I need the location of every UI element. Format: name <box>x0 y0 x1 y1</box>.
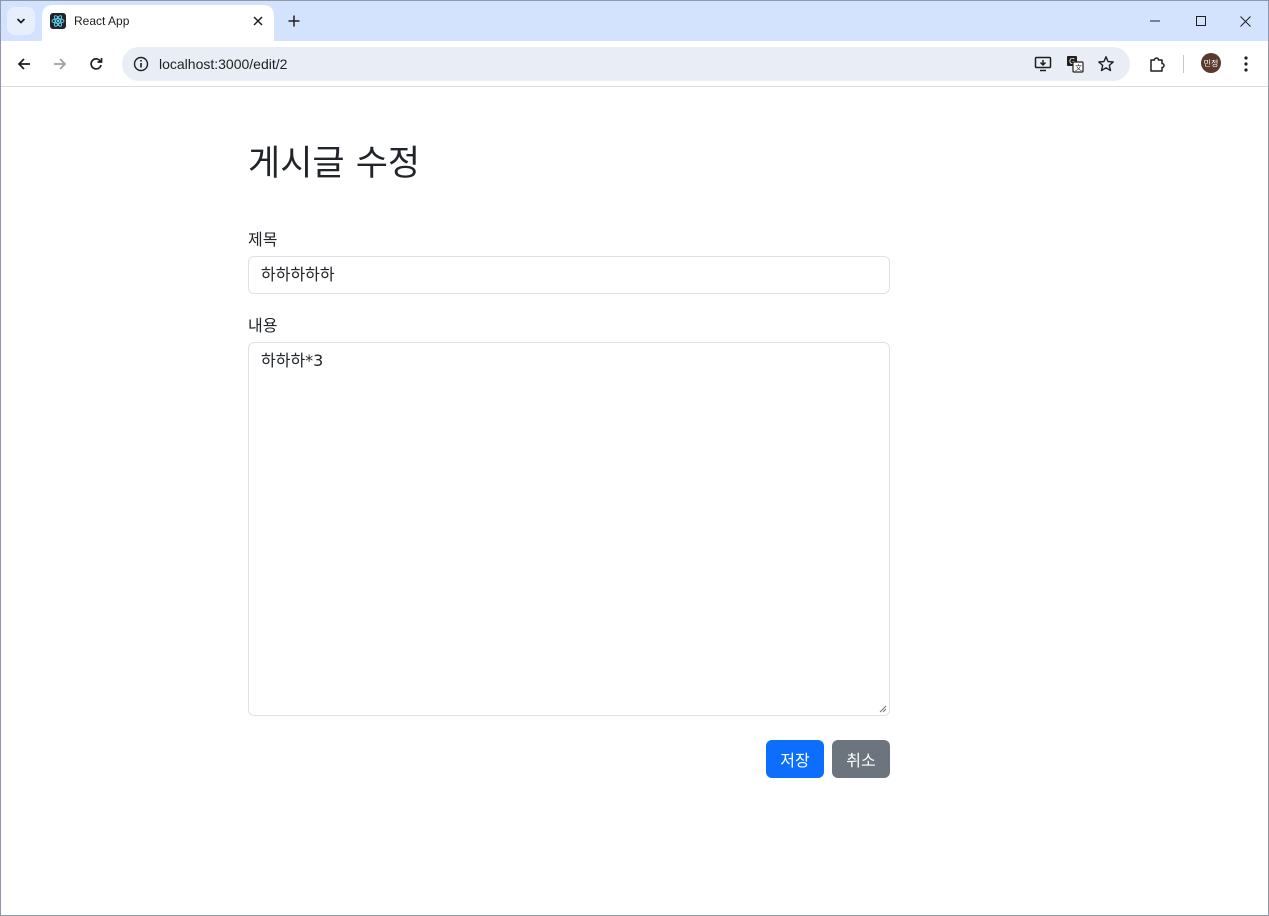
reload-icon <box>90 58 103 70</box>
extensions-button[interactable] <box>1143 50 1171 78</box>
more-vert-icon <box>1244 56 1248 72</box>
tab-strip: React App <box>1 1 1268 41</box>
content-text: 하하하*3 <box>261 351 324 370</box>
bookmark-star-icon[interactable] <box>1095 53 1117 75</box>
page-title: 게시글 수정 <box>248 144 421 184</box>
chevron-down-icon <box>16 18 26 24</box>
url-text: localhost:3000/edit/2 <box>159 56 288 72</box>
tab-close-button[interactable] <box>250 13 266 29</box>
minimize-icon <box>1150 20 1160 22</box>
window-close-button[interactable] <box>1222 1 1268 41</box>
title-label: 제목 <box>248 230 278 249</box>
puzzle-icon <box>1150 57 1165 72</box>
new-tab-button[interactable] <box>282 9 306 33</box>
arrow-right-icon <box>54 58 67 70</box>
plus-icon <box>288 15 300 27</box>
content-label: 내용 <box>248 316 278 335</box>
browser-toolbar: localhost:3000/edit/2 G文 민정 <box>1 41 1268 87</box>
reload-button[interactable] <box>81 49 111 79</box>
tab-search-button[interactable] <box>7 7 35 35</box>
close-icon <box>1239 15 1251 27</box>
site-info-icon[interactable] <box>131 54 151 74</box>
arrow-left-icon <box>17 58 30 70</box>
cancel-button[interactable]: 취소 <box>832 740 890 778</box>
page-content: 게시글 수정 제목 하하하하하 내용 하하하*3 저장 취소 <box>1 88 1268 915</box>
tab-title: React App <box>74 14 130 28</box>
svg-text:文: 文 <box>1075 63 1082 72</box>
title-input[interactable]: 하하하하하 <box>248 256 890 294</box>
address-bar[interactable]: localhost:3000/edit/2 G文 <box>122 47 1130 81</box>
content-textarea[interactable]: 하하하*3 <box>248 342 890 716</box>
toolbar-divider <box>1183 55 1184 73</box>
maximize-button[interactable] <box>1178 1 1224 41</box>
react-logo-icon <box>50 13 66 29</box>
browser-tab[interactable]: React App <box>42 5 274 41</box>
save-button[interactable]: 저장 <box>766 740 824 778</box>
forward-button[interactable] <box>45 49 75 79</box>
browser-menu-button[interactable] <box>1232 50 1260 78</box>
close-icon <box>253 16 263 26</box>
back-button[interactable] <box>9 49 39 79</box>
resize-grip-icon[interactable] <box>879 705 887 713</box>
translate-icon[interactable]: G文 <box>1064 53 1086 75</box>
maximize-icon <box>1196 16 1206 26</box>
profile-avatar[interactable]: 민정 <box>1201 53 1221 73</box>
install-app-icon[interactable] <box>1032 53 1054 75</box>
minimize-button[interactable] <box>1132 1 1178 41</box>
